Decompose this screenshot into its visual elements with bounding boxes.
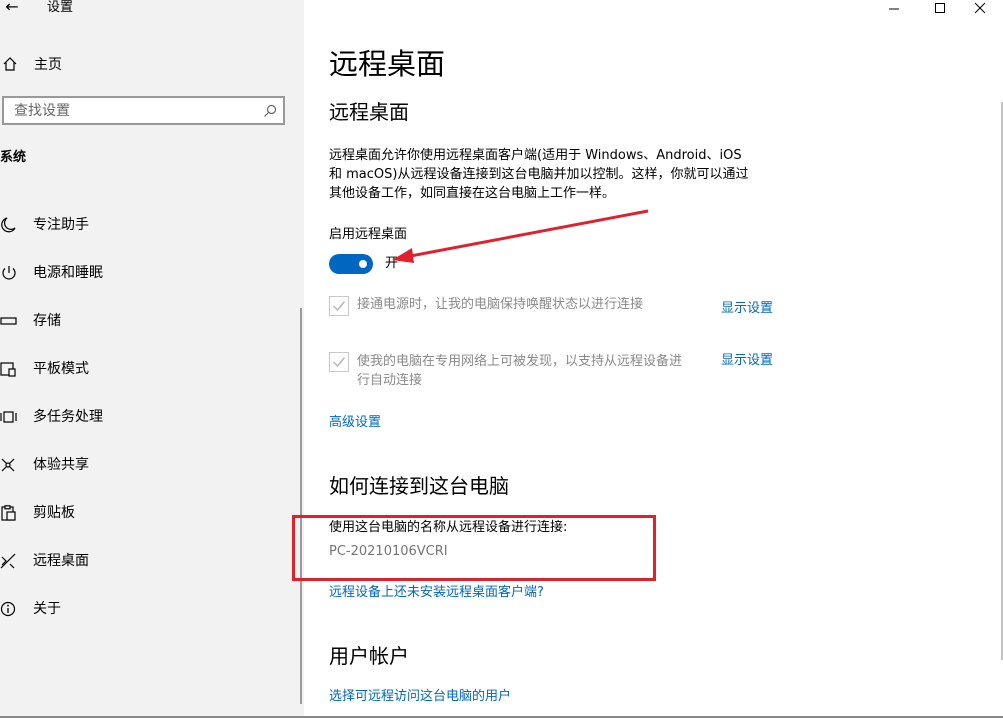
section-heading-remote-desktop: 远程桌面 (329, 100, 409, 124)
sidebar-item-home-label: 主页 (34, 57, 62, 73)
sidebar-item-label: 存储 (33, 313, 61, 329)
search-placeholder: 查找设置 (14, 103, 70, 119)
sidebar-item-label: 平板模式 (33, 361, 89, 377)
sidebar-item-remote-desktop[interactable]: 远程桌面 (0, 541, 300, 581)
main-content: 远程桌面 远程桌面 远程桌面允许你使用远程桌面客户端(适用于 Windows、A… (304, 0, 1003, 718)
sidebar: ← 设置 主页 查找设置 系统 专注助手 电源和睡眠 存储 平板模式 多任务处理… (0, 0, 304, 718)
sidebar-item-label: 体验共享 (33, 457, 89, 473)
select-users-link[interactable]: 选择可远程访问这台电脑的用户 (329, 688, 511, 706)
discoverable-checkbox[interactable] (329, 352, 349, 372)
sidebar-item-label: 剪贴板 (33, 505, 75, 521)
discoverable-label: 使我的电脑在专用网络上可被发现，以支持从远程设备进 行自动连接 (357, 352, 682, 390)
window-title: 设置 (47, 0, 74, 15)
toggle-label: 启用远程桌面 (329, 227, 408, 242)
remote-desktop-description: 远程桌面允许你使用远程桌面客户端(适用于 Windows、Android、iOS… (329, 146, 779, 203)
sidebar-item-clipboard[interactable]: 剪贴板 (0, 493, 300, 533)
discoverable-label-line: 行自动连接 (357, 373, 423, 388)
discoverable-label-line: 使我的电脑在专用网络上可被发现，以支持从远程设备进 (357, 354, 683, 369)
info-icon (0, 601, 16, 617)
sidebar-item-home[interactable]: 主页 (0, 52, 300, 78)
advanced-settings-link[interactable]: 高级设置 (329, 414, 381, 432)
toggle-knob (359, 260, 367, 268)
description-line: 远程桌面允许你使用远程桌面客户端(适用于 Windows、Android、iOS (329, 148, 742, 163)
remote-desktop-toggle[interactable] (329, 254, 373, 274)
sidebar-item-label: 多任务处理 (33, 409, 103, 425)
sidebar-section-label: 系统 (0, 150, 27, 165)
sidebar-item-label: 远程桌面 (33, 553, 89, 569)
home-icon (3, 57, 17, 71)
install-client-link[interactable]: 远程设备上还未安装远程桌面客户端? (329, 584, 544, 602)
description-line: 和 macOS)从远程设备连接到这台电脑并加以控制。这样，你就可以通过 (329, 167, 749, 182)
section-heading-user-accounts: 用户帐户 (329, 644, 409, 668)
remote-desktop-icon (0, 553, 16, 569)
keep-awake-label: 接通电源时，让我的电脑保持唤醒状态以进行连接 (357, 297, 644, 312)
tablet-mode-icon (0, 362, 16, 377)
section-heading-how-to-connect: 如何连接到这台电脑 (329, 474, 509, 498)
checkmark-icon (332, 357, 346, 368)
sidebar-scrollbar[interactable] (300, 308, 302, 704)
sidebar-item-multitasking[interactable]: 多任务处理 (0, 397, 300, 437)
description-line: 其他设备工作，如同直接在这台电脑上工作一样。 (329, 186, 616, 201)
storage-icon (0, 317, 17, 325)
sidebar-item-storage[interactable]: 存储 (0, 301, 300, 341)
page-title: 远程桌面 (329, 47, 446, 81)
checkmark-icon (332, 301, 346, 312)
clipboard-icon (1, 505, 16, 521)
annotation-highlight-box (292, 515, 656, 581)
sidebar-item-focus-assist[interactable]: 专注助手 (0, 205, 300, 245)
multitasking-icon (0, 411, 17, 423)
power-icon (2, 266, 16, 280)
search-icon (264, 104, 277, 117)
shared-experiences-icon (1, 458, 15, 472)
search-input[interactable]: 查找设置 (2, 96, 285, 125)
toggle-state-label: 开 (385, 256, 399, 271)
sidebar-item-tablet-mode[interactable]: 平板模式 (0, 349, 300, 389)
sidebar-item-label: 关于 (33, 601, 61, 617)
show-settings-link-network[interactable]: 显示设置 (721, 352, 773, 370)
keep-awake-checkbox[interactable] (329, 296, 349, 316)
sidebar-item-power-sleep[interactable]: 电源和睡眠 (0, 253, 300, 293)
sidebar-item-label: 专注助手 (33, 217, 89, 233)
moon-icon (1, 217, 16, 233)
sidebar-item-shared-experiences[interactable]: 体验共享 (0, 445, 300, 485)
show-settings-link-power[interactable]: 显示设置 (721, 300, 773, 318)
sidebar-item-about[interactable]: 关于 (0, 589, 300, 629)
back-arrow-icon[interactable]: ← (0, 0, 24, 18)
sidebar-item-label: 电源和睡眠 (33, 265, 103, 281)
